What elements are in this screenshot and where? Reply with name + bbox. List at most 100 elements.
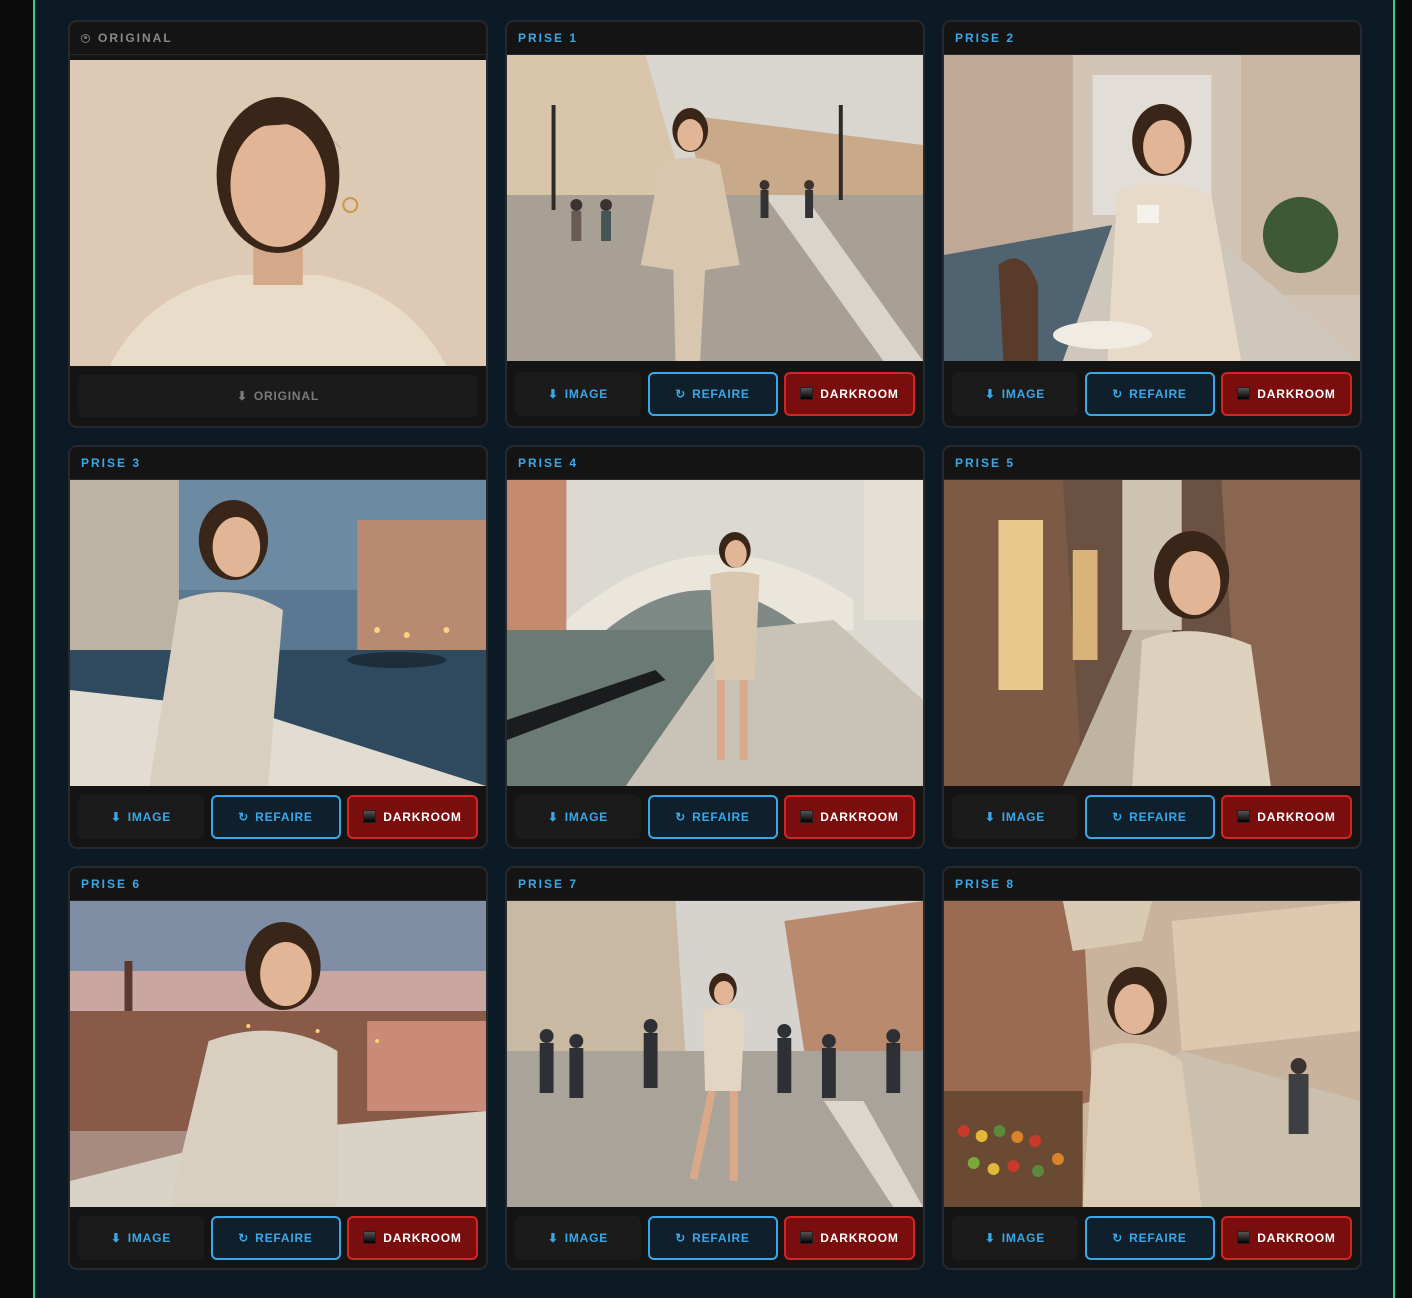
button-label: REFAIRE	[1129, 1230, 1187, 1245]
shot-photo[interactable]	[70, 901, 486, 1207]
card-actions: ⬇ ORIGINAL	[70, 366, 486, 426]
card-header: PRISE 7	[507, 868, 923, 901]
darkroom-icon	[1237, 810, 1251, 823]
download-icon: ⬇	[547, 386, 559, 401]
original-photo[interactable]	[70, 60, 486, 366]
photo-grid: ORIGINAL ⬇ ORIGINAL PRISE 1 ⬇ IMAGE ↻ RE…	[68, 20, 1362, 1270]
download-image-button[interactable]: ⬇ IMAGE	[78, 794, 204, 839]
button-label: REFAIRE	[692, 386, 750, 401]
download-image-button[interactable]: ⬇ IMAGE	[952, 371, 1078, 416]
shot-photo[interactable]	[944, 901, 1360, 1207]
redo-button[interactable]: ↻ REFAIRE	[647, 1215, 778, 1260]
button-label: DARKROOM	[383, 1230, 462, 1245]
card-header: PRISE 1	[507, 22, 923, 55]
card-actions: ⬇ IMAGE ↻ REFAIRE DARKROOM	[70, 1207, 486, 1268]
redo-button[interactable]: ↻ REFAIRE	[210, 794, 341, 839]
redo-button[interactable]: ↻ REFAIRE	[647, 794, 778, 839]
card-actions: ⬇ IMAGE ↻ REFAIRE DARKROOM	[944, 786, 1360, 847]
shot-photo[interactable]	[507, 480, 923, 786]
card-actions: ⬇ IMAGE ↻ REFAIRE DARKROOM	[944, 361, 1360, 426]
card-title: PRISE 3	[81, 456, 142, 470]
download-image-button[interactable]: ⬇ IMAGE	[78, 1215, 204, 1260]
redo-icon: ↻	[675, 386, 687, 401]
button-label: REFAIRE	[1129, 809, 1187, 824]
shot-photo[interactable]	[70, 480, 486, 786]
card-actions: ⬇ IMAGE ↻ REFAIRE DARKROOM	[70, 786, 486, 847]
card-header: PRISE 8	[944, 868, 1360, 901]
darkroom-button[interactable]: DARKROOM	[347, 794, 478, 839]
button-label: REFAIRE	[255, 1230, 313, 1245]
card-title: PRISE 2	[955, 31, 1016, 45]
button-label: DARKROOM	[820, 809, 899, 824]
redo-button[interactable]: ↻ REFAIRE	[1084, 794, 1215, 839]
shot-card: PRISE 7 ⬇ IMAGE ↻ REFAIRE DARKROOM	[505, 866, 925, 1270]
card-title: PRISE 7	[518, 877, 579, 891]
shot-card: PRISE 3 ⬇ IMAGE ↻ REFAIRE DARKROOM	[68, 445, 488, 849]
redo-icon: ↻	[238, 1230, 250, 1245]
download-icon: ⬇	[237, 389, 248, 403]
shot-card: PRISE 5 ⬇ IMAGE ↻ REFAIRE DARKROOM	[942, 445, 1362, 849]
card-actions: ⬇ IMAGE ↻ REFAIRE DARKROOM	[507, 1207, 923, 1268]
download-image-button[interactable]: ⬇ IMAGE	[515, 371, 641, 416]
button-label: IMAGE	[127, 809, 172, 824]
radio-icon	[81, 33, 90, 43]
button-label: IMAGE	[564, 809, 609, 824]
shot-photo[interactable]	[507, 901, 923, 1207]
download-icon: ⬇	[984, 386, 996, 401]
darkroom-button[interactable]: DARKROOM	[1221, 371, 1352, 416]
card-header: ORIGINAL	[70, 22, 486, 55]
download-image-button[interactable]: ⬇ IMAGE	[515, 1215, 641, 1260]
darkroom-button[interactable]: DARKROOM	[1221, 794, 1352, 839]
shot-photo[interactable]	[944, 480, 1360, 786]
darkroom-icon	[800, 387, 814, 400]
darkroom-icon	[800, 810, 814, 823]
shot-card: PRISE 1 ⬇ IMAGE ↻ REFAIRE DARKROOM	[505, 20, 925, 428]
redo-button[interactable]: ↻ REFAIRE	[1084, 371, 1215, 416]
card-header: PRISE 6	[70, 868, 486, 901]
card-actions: ⬇ IMAGE ↻ REFAIRE DARKROOM	[507, 361, 923, 426]
download-original-button[interactable]: ⬇ ORIGINAL	[78, 375, 478, 417]
download-image-button[interactable]: ⬇ IMAGE	[515, 794, 641, 839]
darkroom-button[interactable]: DARKROOM	[784, 794, 915, 839]
darkroom-icon	[363, 1231, 377, 1244]
card-title: PRISE 1	[518, 31, 579, 45]
darkroom-button[interactable]: DARKROOM	[1221, 1215, 1352, 1260]
card-actions: ⬇ IMAGE ↻ REFAIRE DARKROOM	[507, 786, 923, 847]
darkroom-button[interactable]: DARKROOM	[784, 1215, 915, 1260]
download-image-button[interactable]: ⬇ IMAGE	[952, 794, 1078, 839]
darkroom-button[interactable]: DARKROOM	[347, 1215, 478, 1260]
card-actions: ⬇ IMAGE ↻ REFAIRE DARKROOM	[944, 1207, 1360, 1268]
button-label: DARKROOM	[383, 809, 462, 824]
redo-icon: ↻	[675, 809, 687, 824]
redo-button[interactable]: ↻ REFAIRE	[210, 1215, 341, 1260]
card-header: PRISE 2	[944, 22, 1360, 55]
button-label: REFAIRE	[255, 809, 313, 824]
button-label: IMAGE	[1001, 1230, 1046, 1245]
button-label: IMAGE	[127, 1230, 172, 1245]
shot-card: PRISE 8 ⬇ IMAGE ↻ REFAIRE DARKROOM	[942, 866, 1362, 1270]
card-title: PRISE 6	[81, 877, 142, 891]
card-title: PRISE 8	[955, 877, 1016, 891]
shot-card: PRISE 6 ⬇ IMAGE ↻ REFAIRE DARKROOM	[68, 866, 488, 1270]
button-label: DARKROOM	[820, 386, 899, 401]
redo-icon: ↻	[1112, 1230, 1124, 1245]
redo-button[interactable]: ↻ REFAIRE	[647, 371, 778, 416]
download-image-button[interactable]: ⬇ IMAGE	[952, 1215, 1078, 1260]
redo-icon: ↻	[675, 1230, 687, 1245]
download-icon: ⬇	[547, 809, 559, 824]
download-icon: ⬇	[984, 1230, 996, 1245]
redo-icon: ↻	[1112, 809, 1124, 824]
darkroom-button[interactable]: DARKROOM	[784, 371, 915, 416]
button-label: REFAIRE	[692, 809, 750, 824]
darkroom-icon	[800, 1231, 814, 1244]
darkroom-icon	[1237, 387, 1251, 400]
card-title: PRISE 5	[955, 456, 1016, 470]
button-label: DARKROOM	[820, 1230, 899, 1245]
shot-photo[interactable]	[944, 55, 1360, 361]
shot-card: PRISE 2 ⬇ IMAGE ↻ REFAIRE DARKROOM	[942, 20, 1362, 428]
shot-photo[interactable]	[507, 55, 923, 361]
redo-button[interactable]: ↻ REFAIRE	[1084, 1215, 1215, 1260]
button-label: ORIGINAL	[253, 389, 319, 403]
redo-icon: ↻	[238, 809, 250, 824]
button-label: IMAGE	[564, 386, 609, 401]
